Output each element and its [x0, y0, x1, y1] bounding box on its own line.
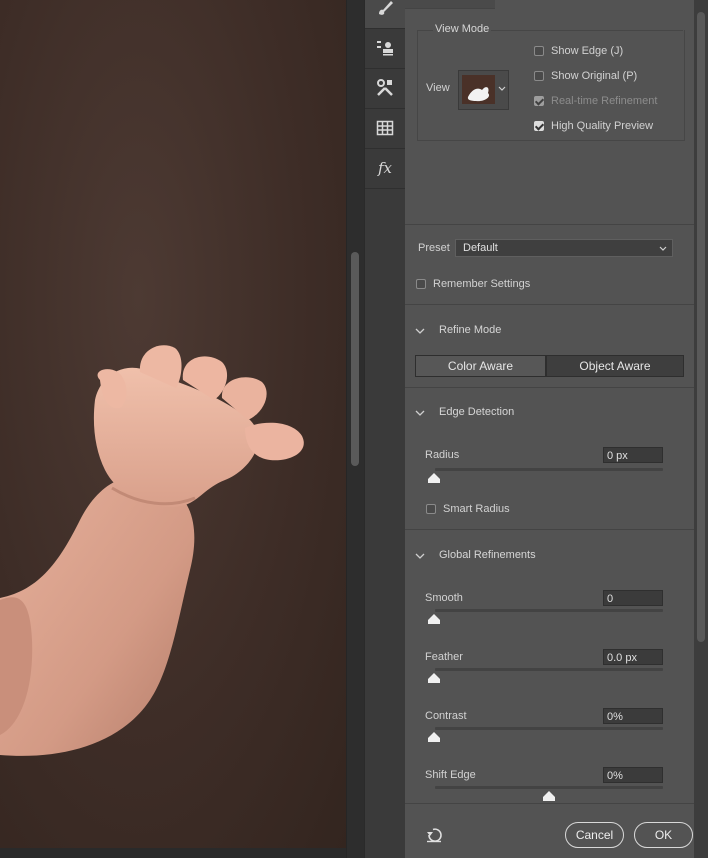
tool-strip: fx [364, 0, 406, 858]
chevron-down-icon [498, 86, 506, 91]
canvas-scrollbar[interactable] [346, 0, 365, 858]
remember-settings-checkbox[interactable] [416, 279, 426, 289]
reset-icon[interactable] [425, 827, 443, 843]
smooth-slider-knob[interactable] [428, 614, 440, 624]
shift-edge-field[interactable]: 0% [603, 767, 663, 783]
radius-field[interactable]: 0 px [603, 447, 663, 463]
chevron-down-icon [659, 246, 667, 251]
stamp-list-icon[interactable] [365, 28, 405, 69]
image-canvas[interactable] [0, 0, 346, 848]
refine-mode-title: Refine Mode [439, 324, 502, 336]
preset-value: Default [463, 242, 498, 254]
smooth-slider-track[interactable] [435, 609, 663, 612]
contrast-slider-track[interactable] [435, 727, 663, 730]
chevron-down-icon[interactable] [415, 408, 425, 418]
show-edge-label: Show Edge (J) [551, 45, 624, 57]
radius-slider-knob[interactable] [428, 473, 440, 483]
tools-icon[interactable] [365, 68, 405, 109]
divider [405, 803, 694, 804]
panel-scroll-thumb[interactable] [697, 12, 705, 642]
radius-slider-track[interactable] [435, 468, 663, 471]
smart-radius-checkbox[interactable] [426, 504, 436, 514]
smooth-field[interactable]: 0 [603, 590, 663, 606]
color-aware-button[interactable]: Color Aware [415, 355, 546, 377]
divider [405, 224, 694, 225]
realtime-refinement-checkbox [534, 96, 544, 106]
realtime-refinement-label: Real-time Refinement [551, 95, 658, 107]
smooth-label: Smooth [425, 592, 463, 604]
view-thumbnail [462, 75, 495, 104]
shift-edge-slider-knob[interactable] [543, 791, 555, 801]
high-quality-preview-label: High Quality Preview [551, 120, 654, 132]
show-original-checkbox[interactable] [534, 71, 544, 81]
divider [405, 387, 694, 388]
properties-panel: View Mode View Show Edge (J) Show Origin… [405, 0, 694, 858]
grid-icon[interactable] [365, 108, 405, 149]
show-original-label: Show Original (P) [551, 70, 638, 82]
shift-edge-label: Shift Edge [425, 769, 476, 781]
global-refinements-title: Global Refinements [439, 549, 536, 561]
divider [405, 529, 694, 530]
cancel-button[interactable]: Cancel [565, 822, 624, 848]
fx-icon[interactable]: fx [365, 148, 405, 189]
object-aware-button[interactable]: Object Aware [546, 355, 684, 377]
contrast-slider-knob[interactable] [428, 732, 440, 742]
contrast-label: Contrast [425, 710, 467, 722]
baby-hand-photo [0, 345, 304, 756]
brush-icon[interactable] [365, 0, 405, 29]
edge-detection-title: Edge Detection [439, 406, 515, 418]
view-label: View [426, 82, 450, 94]
feather-field[interactable]: 0.0 px [603, 649, 663, 665]
smart-radius-label: Smart Radius [443, 503, 510, 515]
panel-scrollbar[interactable] [694, 0, 708, 858]
canvas-scroll-thumb[interactable] [351, 252, 359, 466]
view-thumbnail-select[interactable] [458, 70, 509, 110]
chevron-down-icon[interactable] [415, 326, 425, 336]
properties-tab[interactable] [405, 0, 495, 9]
preset-dropdown[interactable]: Default [455, 239, 673, 257]
preset-label: Preset [418, 242, 450, 254]
canvas-bottom-bar [0, 848, 346, 858]
ok-button[interactable]: OK [634, 822, 693, 848]
chevron-down-icon[interactable] [415, 551, 425, 561]
feather-slider-track[interactable] [435, 668, 663, 671]
radius-label: Radius [425, 449, 460, 461]
show-edge-checkbox[interactable] [534, 46, 544, 56]
remember-settings-label: Remember Settings [433, 278, 531, 290]
divider [405, 304, 694, 305]
high-quality-preview-checkbox[interactable] [534, 121, 544, 131]
feather-label: Feather [425, 651, 463, 663]
shift-edge-slider-track[interactable] [435, 786, 663, 789]
view-mode-title: View Mode [435, 23, 490, 35]
feather-slider-knob[interactable] [428, 673, 440, 683]
contrast-field[interactable]: 0% [603, 708, 663, 724]
